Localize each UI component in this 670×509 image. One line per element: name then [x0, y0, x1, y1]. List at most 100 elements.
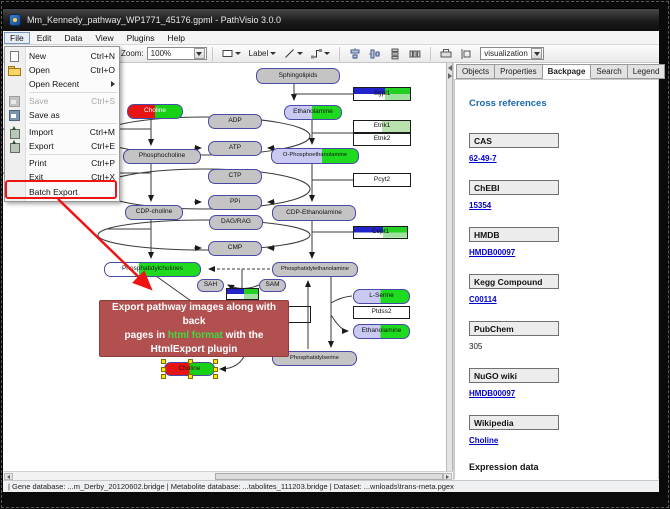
file-menu-item-exit[interactable]: ExitCtrl+X: [5, 170, 119, 184]
crossref-value[interactable]: Choline: [469, 436, 658, 448]
tab-legend[interactable]: Legend: [628, 64, 666, 79]
label-tool-button[interactable]: Label: [246, 46, 280, 62]
cross-references-heading: Cross references: [469, 98, 658, 109]
tab-search[interactable]: Search: [591, 64, 627, 79]
node-dag-rag[interactable]: DAG/RAG: [209, 215, 263, 230]
selection-handle[interactable]: [213, 374, 218, 379]
selection-handle[interactable]: [161, 359, 166, 364]
menubar-item-help[interactable]: Help: [162, 32, 191, 44]
node-ppi[interactable]: PPi: [208, 195, 262, 210]
node-l-serine[interactable]: L-Serine: [353, 289, 410, 304]
menubar-item-plugins[interactable]: Plugins: [121, 32, 161, 44]
node-choline-top[interactable]: Choline: [127, 104, 183, 119]
tab-objects[interactable]: Objects: [456, 64, 495, 79]
selection-handle[interactable]: [188, 359, 193, 364]
crossref-link[interactable]: 15354: [469, 201, 491, 210]
selection-mode-button[interactable]: [457, 46, 475, 62]
file-menu-item-open[interactable]: OpenCtrl+O: [5, 63, 119, 77]
visualization-dropdown-icon[interactable]: [531, 48, 542, 59]
stack-horizontal-button[interactable]: [406, 46, 424, 62]
menubar-item-file[interactable]: File: [4, 32, 30, 44]
node-etnk1[interactable]: Etnk1: [353, 120, 411, 133]
selection-handle[interactable]: [213, 359, 218, 364]
menubar-item-view[interactable]: View: [89, 32, 119, 44]
node-sphingolipids[interactable]: Sphingolipids: [256, 68, 340, 84]
node-ptdss2[interactable]: Ptdss2: [353, 306, 410, 319]
line-tool-button[interactable]: [281, 46, 306, 62]
file-menu-item-open-recent[interactable]: Open Recent: [5, 77, 119, 91]
node-ethanolamine-top[interactable]: Ethanolamine: [284, 105, 342, 120]
node-phosphocholine[interactable]: Phosphocholine: [123, 149, 201, 164]
file-menu-item-export[interactable]: ExportCtrl+E: [5, 139, 119, 153]
align-vertical-center-button[interactable]: [366, 46, 384, 62]
file-menu-item-label: Save as: [29, 110, 60, 120]
app-icon: [9, 14, 21, 26]
common-size-button[interactable]: [437, 46, 455, 62]
menubar-item-data[interactable]: Data: [58, 32, 88, 44]
crossref-link[interactable]: HMDB00097: [469, 248, 515, 257]
visualization-combobox[interactable]: visualization: [480, 47, 544, 60]
file-menu-item-save[interactable]: SaveCtrl+S: [5, 94, 119, 108]
crossref-value[interactable]: 15354: [469, 201, 658, 213]
file-menu-item-import[interactable]: ImportCtrl+M: [5, 125, 119, 139]
scroll-left-button[interactable]: [4, 473, 13, 480]
node-etnk2[interactable]: Etnk2: [353, 133, 411, 146]
crossref-link[interactable]: HMDB00097: [469, 389, 515, 398]
selection-handle[interactable]: [161, 367, 166, 372]
align-horizontal-center-button[interactable]: [346, 46, 364, 62]
crossref-value[interactable]: HMDB00097: [469, 389, 658, 401]
scroll-left-icon: [7, 475, 10, 479]
file-menu-separator: [29, 123, 117, 124]
tab-backpage[interactable]: Backpage: [543, 64, 592, 79]
splitter-collapse-right-icon[interactable]: [448, 73, 452, 79]
crossref-link[interactable]: Choline: [469, 436, 498, 445]
crossref-link[interactable]: C00114: [469, 295, 497, 304]
file-menu-separator: [29, 154, 117, 155]
node-phosphatidylcholines[interactable]: Phosphatidylcholines: [104, 262, 201, 277]
node-sah[interactable]: SAH: [197, 279, 224, 292]
node-atp[interactable]: ATP: [208, 141, 262, 156]
node-ethanolamine-bottom[interactable]: Ethanolamine: [353, 324, 410, 339]
file-menu-item-batch-export[interactable]: Batch Export: [5, 184, 119, 199]
connector-tool-button[interactable]: [308, 46, 333, 62]
node-cdp-ethanolamine[interactable]: CDP-Ethanolamine: [272, 205, 356, 221]
node-phosphatidylethanolamine[interactable]: Phosphatidylethanolamine: [272, 262, 358, 277]
node-cdp-choline[interactable]: CDP-choline: [125, 205, 183, 220]
stack-vertical-button[interactable]: [386, 46, 404, 62]
open-icon: [8, 64, 21, 76]
crossref-value[interactable]: C00114: [469, 295, 658, 307]
scroll-right-button[interactable]: [443, 473, 452, 480]
node-adp[interactable]: ADP: [208, 114, 262, 129]
file-menu-item-print[interactable]: PrintCtrl+P: [5, 156, 119, 170]
splitter-collapse-left-icon[interactable]: [448, 65, 452, 71]
zoom-dropdown-icon[interactable]: [194, 48, 205, 59]
node-sgpl1[interactable]: Sgpl1: [353, 87, 411, 101]
crossref-value[interactable]: 62-49-7: [469, 154, 658, 166]
node-cmp[interactable]: CMP: [208, 241, 262, 256]
node-pemt[interactable]: [226, 288, 259, 300]
node-cept1[interactable]: Cept1: [353, 226, 408, 239]
scrollbar-thumb[interactable]: [215, 473, 443, 480]
node-pcyt2[interactable]: Pcyt2: [353, 173, 411, 187]
common-size-icon: [440, 48, 452, 60]
crossref-link[interactable]: 62-49-7: [469, 154, 497, 163]
align-horizontal-center-icon: [349, 48, 361, 60]
export-icon: [8, 140, 21, 152]
selection-handle[interactable]: [188, 374, 193, 379]
menubar-item-edit[interactable]: Edit: [31, 32, 58, 44]
node-sam[interactable]: SAM: [259, 279, 286, 292]
tab-properties[interactable]: Properties: [495, 64, 542, 79]
file-menu-item-new[interactable]: NewCtrl+N: [5, 49, 119, 63]
crossref-header: HMDB: [469, 227, 559, 242]
submenu-arrow-icon: [111, 81, 115, 87]
zoom-combobox[interactable]: 100%: [147, 47, 207, 60]
selection-handle[interactable]: [213, 367, 218, 372]
datanode-tool-button[interactable]: [219, 46, 244, 62]
label-tool-text: Label: [249, 49, 269, 58]
horizontal-scrollbar[interactable]: [3, 471, 453, 480]
crossref-value[interactable]: HMDB00097: [469, 248, 658, 260]
selection-handle[interactable]: [161, 374, 166, 379]
node-ctp[interactable]: CTP: [208, 169, 262, 184]
file-menu-item-save-as[interactable]: Save as: [5, 108, 119, 122]
node-o-phosphoethanolamine[interactable]: O-Phosphoethanolamine: [271, 148, 359, 164]
